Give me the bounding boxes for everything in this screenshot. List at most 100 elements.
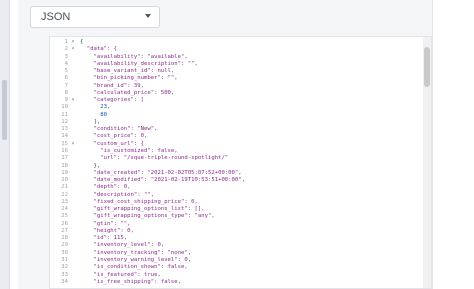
code-text: "calculated_price": 500, [80,89,175,96]
line-number: 4 [64,60,68,67]
line-number: 27 [61,227,68,234]
line-number: 21 [61,184,68,191]
left-rail [0,0,10,289]
code-line: 24 "gift_wrapping_options_list": [], [50,206,245,213]
line-number: 16 [61,147,68,154]
code-line: 31 "inventory_warning_level": 0, [50,257,245,264]
editor-scrollbar[interactable] [423,37,431,288]
code-text: "gift_wrapping_options_list": [], [80,206,205,213]
code-text: }, [80,162,101,169]
code-line: 27 "height": 0, [50,228,245,235]
line-number: 32 [61,264,68,271]
code-text: "gift_wrapping_options_type": "any", [80,213,215,220]
code-line: 4 "availability_description": "", [50,61,245,68]
line-number: 7 [64,82,68,89]
line-number: 28 [61,235,68,242]
code-text: "fixed_cost_shipping_price": 0, [80,198,198,205]
format-dropdown[interactable]: JSON [30,6,160,28]
code-line: 13 "condition": "New", [50,126,245,133]
code-text: "bin_picking_number": "", [80,75,178,82]
code-text: "description": "", [80,191,155,198]
code-text: { [80,39,84,45]
line-number: 23 [61,198,68,205]
code-text: 80 [80,111,107,118]
line-number: 33 [61,271,68,278]
code-text: "condition": "New", [80,126,158,133]
code-line: 16 "is_customized": false, [50,148,245,155]
line-number: 9 [64,97,68,104]
code-line: 23 "fixed_cost_shipping_price": 0, [50,199,245,206]
code-text: ], [80,118,101,125]
code-text: "is_featured": true, [80,271,161,278]
line-number: 25 [61,213,68,220]
code-line: 34 "is_free_shipping": false, [50,279,245,286]
code-text: "url": "/sque-triple-round-spotlight/" [80,155,229,162]
code-text: "inventory_level": 0, [80,242,165,249]
code-line: 19 "date_created": "2021-02-02T05:07:52+… [50,170,245,177]
line-number: 5 [64,68,68,75]
line-number: 22 [61,191,68,198]
code-line: 3 "availability": "available", [50,54,245,61]
line-number: 30 [61,249,68,256]
code-line: 22 "description": "", [50,192,245,199]
code-text: "is_customized": false, [80,147,178,154]
code-line: 30 "inventory_tracking": "none", [50,250,245,257]
code-line: 1 ▾{ [50,39,245,46]
code-line: 12 ], [50,119,245,126]
json-editor[interactable]: 1 ▾{2 ▾ "data": {3 "availability": "availa… [49,36,432,289]
code-text: "data": { [80,46,118,53]
code-line: 25 "gift_wrapping_options_type": "any", [50,213,245,220]
code-line: 8 "calculated_price": 500, [50,90,245,97]
code-text: "is_condition_shown": false, [80,264,188,271]
line-number: 31 [61,256,68,263]
code-line: 6 "bin_picking_number": "", [50,75,245,82]
code-text: "date_created": "2021-02-02T05:07:52+00:… [80,169,242,176]
line-number: 1 [64,39,68,45]
code-text: "categories": [ [80,97,144,104]
code-text: "availability_description": "", [80,60,198,67]
right-rail [432,0,474,289]
code-line: 20 "date_modified": "2021-02-19T10:53:51… [50,177,245,184]
line-number: 3 [64,53,68,60]
line-number: 8 [64,89,68,96]
code-text: "depth": 0, [80,184,131,191]
code-text: "gtin": "", [80,220,131,227]
code-text: "base_variant_id": null, [80,68,175,75]
line-number: 10 [61,104,68,111]
left-scrollbar[interactable] [2,80,7,140]
line-number: 34 [61,278,68,285]
code-text: "brand_id": 39, [80,82,144,89]
line-number: 26 [61,220,68,227]
line-number: 20 [61,177,68,184]
line-number: 29 [61,242,68,249]
code-line: 28 "id": 115, [50,235,245,242]
code-line: 10 23, [50,104,245,111]
code-line: 9 ▾ "categories": [ [50,97,245,104]
line-number: 24 [61,206,68,213]
code-text: 23, [80,104,111,111]
line-number: 19 [61,169,68,176]
code-text: "custom_url": { [80,140,144,147]
line-number: 6 [64,75,68,82]
line-number: 2 [64,46,68,53]
code-line: 32 "is_condition_shown": false, [50,264,245,271]
code-lines: 1 ▾{2 ▾ "data": {3 "availability": "availa… [50,39,245,286]
format-dropdown-value: JSON [41,11,71,23]
code-line: 7 "brand_id": 39, [50,83,245,90]
code-text: "date_modified": "2021-02-19T10:53:51+00… [80,177,246,184]
code-line: 15 ▾ "custom_url": { [50,141,245,148]
code-line: 21 "depth": 0, [50,184,245,191]
chevron-down-icon [145,14,151,18]
code-text: "cost_price": 0, [80,133,148,140]
code-line: 2 ▾ "data": { [50,46,245,53]
code-line: 5 "base_variant_id": null, [50,68,245,75]
code-text: "inventory_tracking": "none", [80,249,192,256]
code-text: "is_free_shipping": false, [80,278,182,285]
code-line: 17 "url": "/sque-triple-round-spotlight/… [50,155,245,162]
editor-scrollbar-thumb[interactable] [424,47,430,87]
line-number: 18 [61,162,68,169]
code-text: "id": 115, [80,235,128,242]
line-number: 13 [61,126,68,133]
code-line: 29 "inventory_level": 0, [50,242,245,249]
code-line: 14 "cost_price": 0, [50,133,245,140]
